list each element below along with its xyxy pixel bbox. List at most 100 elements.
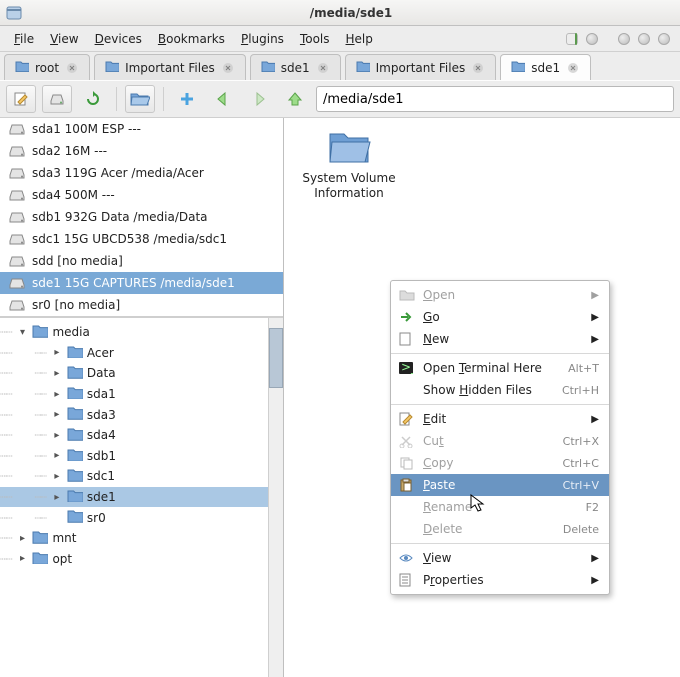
- tree-label: sda4: [87, 428, 116, 442]
- menu-item-properties[interactable]: Properties▶: [391, 569, 609, 591]
- menu-item-show-hidden-files[interactable]: Show Hidden FilesCtrl+H: [391, 379, 609, 401]
- device-row[interactable]: sr0 [no media]: [0, 294, 283, 316]
- tree-row[interactable]: ┈┈┈┈▸Data: [0, 363, 268, 384]
- drive-icon: [8, 210, 26, 224]
- menu-devices[interactable]: Devices: [87, 29, 150, 49]
- tree-row[interactable]: ┈┈▸opt: [0, 549, 268, 570]
- status-led-2: [618, 33, 630, 45]
- tab-3[interactable]: Important Files: [345, 54, 497, 80]
- folder-icon: [32, 551, 48, 568]
- scroll-thumb[interactable]: [269, 328, 283, 388]
- tree-row[interactable]: ┈┈┈┈ sr0: [0, 507, 268, 528]
- nav-back[interactable]: [208, 85, 238, 113]
- tree-label: sde1: [87, 490, 116, 504]
- file-view[interactable]: System Volume Information Open ▶ Go▶New▶ >_…: [284, 118, 680, 677]
- tree-expander[interactable]: ▾: [16, 327, 28, 338]
- submenu-arrow-icon: ▶: [591, 290, 599, 301]
- menu-view[interactable]: View: [42, 29, 86, 49]
- tree-row[interactable]: ┈┈┈┈▸sdc1: [0, 466, 268, 487]
- drive-icon: [8, 276, 26, 290]
- device-row[interactable]: sdd [no media]: [0, 250, 283, 272]
- menubar: FileViewDevicesBookmarksPluginsToolsHelp: [0, 26, 680, 52]
- tab-close-icon[interactable]: [566, 61, 580, 75]
- tree-expander[interactable]: ▸: [16, 553, 28, 564]
- folder-item[interactable]: System Volume Information: [294, 128, 404, 201]
- device-row[interactable]: sda3 119G Acer /media/Acer: [0, 162, 283, 184]
- status-led-4: [658, 33, 670, 45]
- menu-bookmarks[interactable]: Bookmarks: [150, 29, 233, 49]
- tree-row[interactable]: ┈┈┈┈▸Acer: [0, 343, 268, 364]
- tree-row[interactable]: ┈┈┈┈▸sde1: [0, 487, 268, 508]
- menu-item-open-terminal-here[interactable]: >_ Open Terminal Here Alt+T: [391, 357, 609, 379]
- device-row[interactable]: sda2 16M ---: [0, 140, 283, 162]
- menu-separator: [391, 404, 609, 405]
- tool-edit[interactable]: [6, 85, 36, 113]
- device-row[interactable]: sdb1 932G Data /media/Data: [0, 206, 283, 228]
- tree-expander[interactable]: ▸: [51, 368, 63, 379]
- tree-expander[interactable]: ▸: [51, 409, 63, 420]
- tool-open-folder[interactable]: [125, 85, 155, 113]
- tab-2[interactable]: sde1: [250, 54, 341, 80]
- tab-close-icon[interactable]: [65, 61, 79, 75]
- folder-icon: [32, 530, 48, 547]
- device-row[interactable]: sda4 500M ---: [0, 184, 283, 206]
- drive-icon: [8, 122, 26, 136]
- tab-0[interactable]: root: [4, 54, 90, 80]
- tree-expander[interactable]: ▸: [51, 389, 63, 400]
- tree-row[interactable]: ┈┈▸mnt: [0, 528, 268, 549]
- tree-expander[interactable]: ▸: [51, 471, 63, 482]
- tree-row[interactable]: ┈┈┈┈▸sda3: [0, 404, 268, 425]
- tree-expander[interactable]: ▸: [51, 430, 63, 441]
- menu-item-view[interactable]: View▶: [391, 547, 609, 569]
- folder-icon: [261, 60, 275, 75]
- tab-4[interactable]: sde1: [500, 54, 591, 80]
- tree-expander[interactable]: ▸: [16, 533, 28, 544]
- submenu-arrow-icon: ▶: [591, 334, 599, 345]
- menu-tools[interactable]: Tools: [292, 29, 338, 49]
- terminal-icon: >_: [399, 362, 415, 374]
- tree-row[interactable]: ┈┈▾media: [0, 322, 268, 343]
- menu-file[interactable]: File: [6, 29, 42, 49]
- device-row[interactable]: sda1 100M ESP ---: [0, 118, 283, 140]
- menu-label: Open: [423, 288, 583, 302]
- edit-icon: [399, 412, 415, 426]
- accel: Alt+T: [568, 362, 599, 375]
- tree-row[interactable]: ┈┈┈┈▸sda1: [0, 384, 268, 405]
- device-row[interactable]: sdc1 15G UBCD538 /media/sdc1: [0, 228, 283, 250]
- tree-scrollbar[interactable]: [268, 318, 283, 677]
- device-row[interactable]: sde1 15G CAPTURES /media/sde1: [0, 272, 283, 294]
- tree-expander[interactable]: ▸: [51, 347, 63, 358]
- nav-forward[interactable]: [244, 85, 274, 113]
- tree-expander[interactable]: [51, 512, 63, 523]
- tool-drive[interactable]: [42, 85, 72, 113]
- tab-1[interactable]: Important Files: [94, 54, 246, 80]
- device-label: sda1 100M ESP ---: [32, 122, 141, 136]
- menu-item-edit[interactable]: Edit▶: [391, 408, 609, 430]
- tool-refresh[interactable]: [78, 85, 108, 113]
- tree-label: sdc1: [87, 469, 115, 483]
- menu-plugins[interactable]: Plugins: [233, 29, 292, 49]
- tree-row[interactable]: ┈┈┈┈▸sda4: [0, 425, 268, 446]
- tree-expander[interactable]: ▸: [51, 450, 63, 461]
- menu-label: Open Terminal Here: [423, 361, 560, 375]
- device-label: sr0 [no media]: [32, 298, 120, 312]
- menu-item-go[interactable]: Go▶: [391, 306, 609, 328]
- tree-expander[interactable]: ▸: [51, 492, 63, 503]
- tab-close-icon[interactable]: [471, 61, 485, 75]
- path-input[interactable]: [316, 86, 674, 112]
- tool-add[interactable]: [172, 85, 202, 113]
- menu-help[interactable]: Help: [338, 29, 381, 49]
- accel: Ctrl+X: [563, 435, 599, 448]
- menu-item-paste[interactable]: PasteCtrl+V: [391, 474, 609, 496]
- menu-label: Rename: [423, 500, 578, 514]
- tree-label: sda3: [87, 408, 116, 422]
- tree-label: opt: [52, 552, 72, 566]
- nav-up[interactable]: [280, 85, 310, 113]
- menu-item-new[interactable]: New▶: [391, 328, 609, 350]
- tabbar: rootImportant Filessde1Important Filessd…: [0, 52, 680, 80]
- folder-icon: [67, 386, 83, 403]
- drive-icon: [8, 166, 26, 180]
- tab-close-icon[interactable]: [221, 61, 235, 75]
- tree-row[interactable]: ┈┈┈┈▸sdb1: [0, 446, 268, 467]
- tab-close-icon[interactable]: [316, 61, 330, 75]
